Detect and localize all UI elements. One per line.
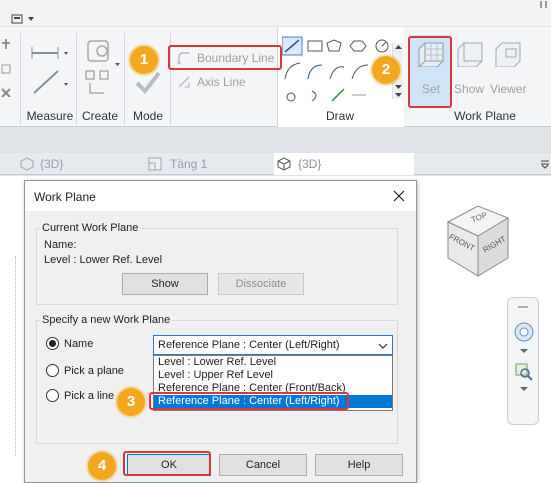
chevron-down-icon[interactable] bbox=[519, 348, 529, 354]
chevron-down-icon bbox=[378, 343, 388, 349]
axis-line-label: Axis Line bbox=[197, 75, 246, 89]
help-button[interactable]: Help bbox=[315, 454, 403, 476]
model-edge bbox=[0, 256, 16, 456]
pick-line-radio[interactable] bbox=[46, 389, 59, 402]
show-work-plane-icon bbox=[457, 42, 483, 67]
work-plane-name-select[interactable]: Reference Plane : Center (Left/Right) bbox=[153, 335, 393, 355]
create-components-icon[interactable] bbox=[82, 37, 122, 101]
tab-3d-active[interactable]: {3D} bbox=[274, 153, 414, 175]
show-label: Show bbox=[454, 82, 485, 96]
panel-label-measure: Measure bbox=[26, 109, 74, 123]
current-name-value: Level : Lower Ref. Level bbox=[44, 254, 163, 266]
highlight-set-button bbox=[408, 36, 452, 108]
viewer-icon bbox=[495, 42, 521, 67]
show-button[interactable]: Show bbox=[122, 273, 208, 295]
viewer-label: Viewer bbox=[490, 82, 527, 96]
panel-label-create: Create bbox=[81, 109, 119, 123]
close-icon[interactable] bbox=[538, 0, 550, 8]
dissociate-button[interactable]: Dissociate bbox=[218, 273, 304, 295]
quick-access-dropdown[interactable] bbox=[11, 14, 39, 24]
dialog-titlebar: Work Plane bbox=[25, 181, 416, 211]
highlight-ok-button bbox=[123, 451, 211, 476]
close-navbar-icon[interactable] bbox=[518, 301, 528, 308]
work-plane-dialog: Work Plane Current Work Plane Name: Leve… bbox=[24, 180, 417, 483]
list-item[interactable]: Level : Lower Ref. Level bbox=[154, 356, 392, 369]
list-item[interactable]: Level : Upper Ref Level bbox=[154, 369, 392, 382]
tabs-menu-icon[interactable] bbox=[540, 159, 550, 169]
name-radio[interactable] bbox=[46, 337, 59, 350]
panel-label-draw: Draw bbox=[325, 109, 354, 123]
pick-plane-label: Pick a plane bbox=[64, 365, 124, 377]
tab-label: {3D} bbox=[40, 157, 64, 171]
chevron-down-icon[interactable] bbox=[519, 386, 529, 392]
measure-icon[interactable] bbox=[28, 41, 70, 99]
modify-tools-icon[interactable] bbox=[0, 37, 16, 97]
dialog-title: Work Plane bbox=[34, 190, 96, 204]
window-switch-icon bbox=[11, 14, 34, 24]
floor-plan-icon bbox=[148, 157, 162, 171]
selected-work-plane: Reference Plane : Center (Left/Right) bbox=[158, 339, 340, 351]
tab-floor-plan[interactable]: Tầng 1 bbox=[146, 153, 266, 175]
highlight-boundary-line bbox=[168, 45, 282, 70]
quick-access-strip bbox=[0, 0, 551, 27]
navigation-bar bbox=[507, 297, 539, 425]
pick-line-label: Pick a line bbox=[64, 390, 115, 402]
step-callout-1: 1 bbox=[130, 46, 158, 74]
current-name-label: Name: bbox=[44, 239, 77, 251]
panel-label-work-plane: Work Plane bbox=[454, 109, 516, 123]
tab-3d-1[interactable]: {3D} bbox=[18, 153, 138, 175]
panel-label-mode: Mode bbox=[132, 109, 164, 123]
viewcube[interactable]: TOP FRONT RIGHT bbox=[436, 196, 526, 286]
current-work-plane-legend: Current Work Plane bbox=[40, 222, 141, 234]
close-icon bbox=[393, 190, 405, 202]
step-callout-4: 4 bbox=[88, 452, 116, 480]
show-work-plane-button[interactable]: Show bbox=[454, 35, 486, 107]
highlight-list-option bbox=[149, 392, 349, 410]
steering-wheel-icon[interactable] bbox=[512, 320, 536, 344]
name-radio-label: Name bbox=[64, 338, 94, 350]
current-work-plane-group bbox=[36, 228, 398, 305]
cancel-button[interactable]: Cancel bbox=[219, 454, 307, 476]
tab-label: Tầng 1 bbox=[170, 157, 208, 171]
3d-view-icon bbox=[277, 157, 291, 171]
viewer-button[interactable]: Viewer bbox=[488, 35, 530, 107]
specify-work-plane-legend: Specify a new Work Plane bbox=[40, 314, 173, 326]
view-tabs: {3D} Tầng 1 {3D} bbox=[0, 153, 551, 175]
3d-view-icon bbox=[20, 157, 34, 171]
axis-line-icon bbox=[178, 76, 190, 88]
zoom-icon[interactable] bbox=[514, 362, 534, 382]
ribbon-gap bbox=[0, 128, 551, 153]
step-callout-3: 3 bbox=[117, 388, 145, 416]
tab-label: {3D} bbox=[298, 157, 322, 171]
axis-line-tool[interactable]: Axis Line bbox=[174, 71, 264, 93]
pick-plane-radio[interactable] bbox=[46, 364, 59, 377]
step-callout-2: 2 bbox=[372, 56, 400, 84]
dialog-close-button[interactable] bbox=[388, 185, 410, 207]
